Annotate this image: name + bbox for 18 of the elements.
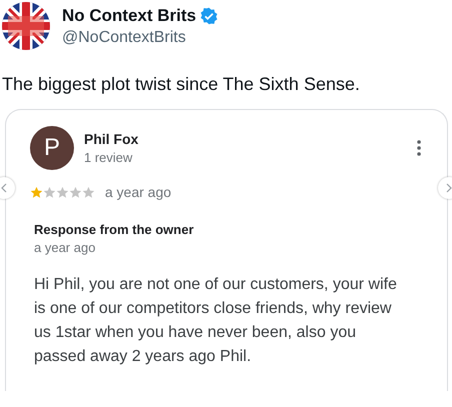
review-time: a year ago (105, 184, 172, 200)
response-time: a year ago (34, 240, 96, 255)
more-options-icon[interactable] (417, 140, 421, 156)
tweet-text: The biggest plot twist since The Sixth Sense. (2, 74, 360, 95)
account-name[interactable]: No Context Brits (62, 6, 196, 26)
reviewer-avatar: P (30, 126, 74, 170)
chevron-left-icon (1, 183, 7, 193)
star-icon (56, 186, 69, 198)
star-icon (30, 186, 43, 198)
star-icon (43, 186, 56, 198)
star-icon (69, 186, 82, 198)
review-count: 1 review (84, 150, 134, 165)
chevron-right-icon (446, 183, 452, 193)
response-text: Hi Phil, you are not one of our customers, your wife is one of our competitors close friends, why review us 1star when you have never been, also you passed away 2 years ago Phil. (34, 275, 398, 367)
account-handle[interactable]: @NoContextBrits (62, 28, 218, 46)
response-title: Response from the owner (34, 222, 195, 237)
star-icon (82, 186, 95, 198)
reviewer-name[interactable]: Phil Fox (84, 131, 138, 147)
